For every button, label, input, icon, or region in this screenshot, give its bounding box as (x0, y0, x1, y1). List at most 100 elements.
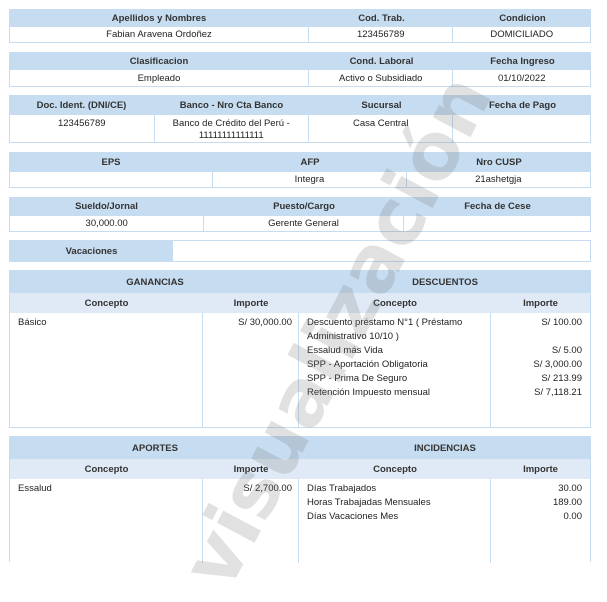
code-label: Cod. Trab. (358, 12, 405, 24)
labor-condition-value: Activo o Subsidiado (309, 70, 454, 86)
discounts-title: DESCUENTOS (412, 276, 478, 288)
earnings-discounts-subheader: Concepto Importe Concepto Importe (10, 293, 590, 313)
classification-header: Clasificacion Cond. Laboral Fecha Ingres… (9, 52, 591, 70)
incidences-concepts: Días Trabajados Horas Trabajadas Mensual… (299, 479, 491, 563)
discount-amount: S/ 5.00 (551, 344, 582, 356)
classification-row: Empleado Activo o Subsidiado 01/10/2022 (9, 70, 591, 87)
discount-amount: S/ 7,118.21 (534, 386, 582, 398)
discount-amount: S/ 3,000.00 (533, 358, 582, 370)
earnings-amount: S/ 30,000.00 (238, 316, 292, 328)
salary-row: 30,000.00 Gerente General (9, 216, 591, 232)
salary-header: Sueldo/Jornal Puesto/Cargo Fecha de Cese (9, 197, 591, 216)
position-label: Puesto/Cargo (273, 201, 335, 212)
discount-concept: SPP - Prima De Seguro (307, 372, 408, 384)
incidence-concept: Días Trabajados (307, 482, 377, 494)
discount-amount: S/ 213.99 (541, 372, 582, 384)
cusp-value: 21ashetgja (475, 174, 522, 185)
pay-date-label: Fecha de Pago (488, 99, 557, 111)
id-doc-label: Doc. Ident. (DNI/CE) (36, 99, 127, 111)
earnings-amount-label: Importe (233, 297, 269, 309)
discount-concept: SPP - Aportación Obligatoria (307, 358, 428, 370)
pension-header: EPS AFP Nro CUSP (9, 152, 591, 172)
contributions-amount-label: Importe (233, 463, 269, 475)
vacations-value (173, 241, 590, 261)
employee-row: Fabian Aravena Ordoñez 123456789 DOMICIL… (9, 27, 591, 43)
bank-value: Banco de Crédito del Perú - 111111111111… (155, 115, 309, 142)
bank-block: Doc. Ident. (DNI/CE) Banco - Nro Cta Ban… (9, 95, 591, 143)
position-value: Gerente General (204, 216, 404, 231)
employee-block: Apellidos y Nombres Cod. Trab. Condicion… (9, 9, 591, 43)
discounts-concepts: Descuento préstamo N°1 ( Préstamo Admini… (299, 313, 491, 427)
name-label: Apellidos y Nombres (111, 12, 207, 24)
classification-block: Clasificacion Cond. Laboral Fecha Ingres… (9, 52, 591, 87)
incidences-concept-label: Concepto (373, 463, 417, 475)
earnings-discounts-titles: GANANCIAS DESCUENTOS (10, 271, 590, 293)
earnings-concept: Básico (18, 316, 47, 328)
id-doc-value: 123456789 (10, 115, 155, 142)
incidences-amounts: 30.00 189.00 0.00 (491, 479, 590, 563)
contributions-incidences-body: Essalud S/ 2,700.00 Días Trabajados Hora… (10, 479, 590, 563)
incidences-title: INCIDENCIAS (414, 442, 476, 454)
pay-date-value (453, 115, 590, 142)
bank-header: Doc. Ident. (DNI/CE) Banco - Nro Cta Ban… (9, 95, 591, 115)
earnings-concepts: Básico (10, 313, 203, 427)
classification-value: Empleado (10, 70, 309, 86)
earnings-amounts: S/ 30,000.00 (203, 313, 299, 427)
discount-amount: S/ 100.00 (541, 316, 582, 328)
contributions-incidences-titles: APORTES INCIDENCIAS (10, 437, 590, 459)
incidence-amount: 189.00 (552, 496, 582, 508)
discount-concept: Administrativo 10/10 ) (307, 330, 399, 342)
end-date-label: Fecha de Cese (464, 201, 531, 212)
salary-block: Sueldo/Jornal Puesto/Cargo Fecha de Cese… (9, 197, 591, 232)
discounts-amounts: S/ 100.00 S/ 5.00 S/ 3,000.00 S/ 213.99 … (491, 313, 590, 427)
code-value: 123456789 (309, 27, 454, 42)
discount-concept: Descuento préstamo N°1 ( Préstamo (307, 316, 463, 328)
earnings-discounts-section: GANANCIAS DESCUENTOS Concepto Importe Co… (9, 270, 591, 428)
condition-value: DOMICILIADO (490, 29, 554, 40)
incidence-amount: 30.00 (558, 482, 582, 494)
contributions-incidences-subheader: Concepto Importe Concepto Importe (10, 459, 590, 479)
salary-label: Sueldo/Jornal (75, 201, 138, 212)
condition-label: Condicion (499, 12, 546, 24)
afp-value: Integra (213, 172, 407, 187)
discounts-amount-label: Importe (523, 297, 558, 309)
bank-row: 123456789 Banco de Crédito del Perú - 11… (9, 115, 591, 143)
discount-concept: Essalud más Vida (307, 344, 383, 356)
branch-value: Casa Central (309, 115, 454, 142)
contributions-concepts: Essalud (10, 479, 203, 563)
contributions-incidences-section: APORTES INCIDENCIAS Concepto Importe Con… (9, 436, 591, 563)
branch-label: Sucursal (361, 99, 402, 111)
vacations-block: Vacaciones (9, 240, 591, 262)
eps-value (10, 172, 214, 187)
contributions-concept-label: Concepto (84, 463, 129, 475)
discounts-concept-label: Concepto (373, 297, 417, 309)
cusp-label: Nro CUSP (476, 156, 522, 168)
classification-label: Clasificacion (129, 55, 189, 67)
pension-block: EPS AFP Nro CUSP Integra 21ashetgja (9, 152, 591, 188)
discount-amount (491, 329, 582, 343)
bank-label: Banco - Nro Cta Banco (179, 99, 284, 111)
eps-label: EPS (101, 156, 121, 168)
pension-row: Integra 21ashetgja (9, 172, 591, 188)
incidences-amount-label: Importe (523, 463, 558, 475)
vacations-label: Vacaciones (10, 241, 173, 261)
entry-date-label: Fecha Ingreso (490, 55, 555, 67)
labor-condition-label: Cond. Laboral (349, 55, 414, 67)
contributions-amounts: S/ 2,700.00 (203, 479, 299, 563)
incidence-concept: Horas Trabajadas Mensuales (307, 496, 431, 508)
contribution-concept: Essalud (18, 482, 52, 494)
earnings-discounts-body: Básico S/ 30,000.00 Descuento préstamo N… (10, 313, 590, 427)
earnings-concept-label: Concepto (84, 297, 129, 309)
contribution-amount: S/ 2,700.00 (243, 482, 292, 494)
employee-header: Apellidos y Nombres Cod. Trab. Condicion (9, 9, 591, 27)
incidence-amount: 0.00 (563, 510, 583, 522)
earnings-title: GANANCIAS (126, 276, 184, 288)
afp-label: AFP (300, 156, 320, 168)
incidence-concept: Días Vacaciones Mes (307, 510, 399, 522)
contributions-title: APORTES (132, 442, 178, 454)
name-value: Fabian Aravena Ordoñez (10, 27, 309, 42)
salary-value: 30,000.00 (10, 216, 205, 231)
entry-date-value: 01/10/2022 (497, 72, 546, 84)
discount-concept: Retención Impuesto mensual (307, 386, 431, 398)
end-date-value (404, 216, 590, 231)
